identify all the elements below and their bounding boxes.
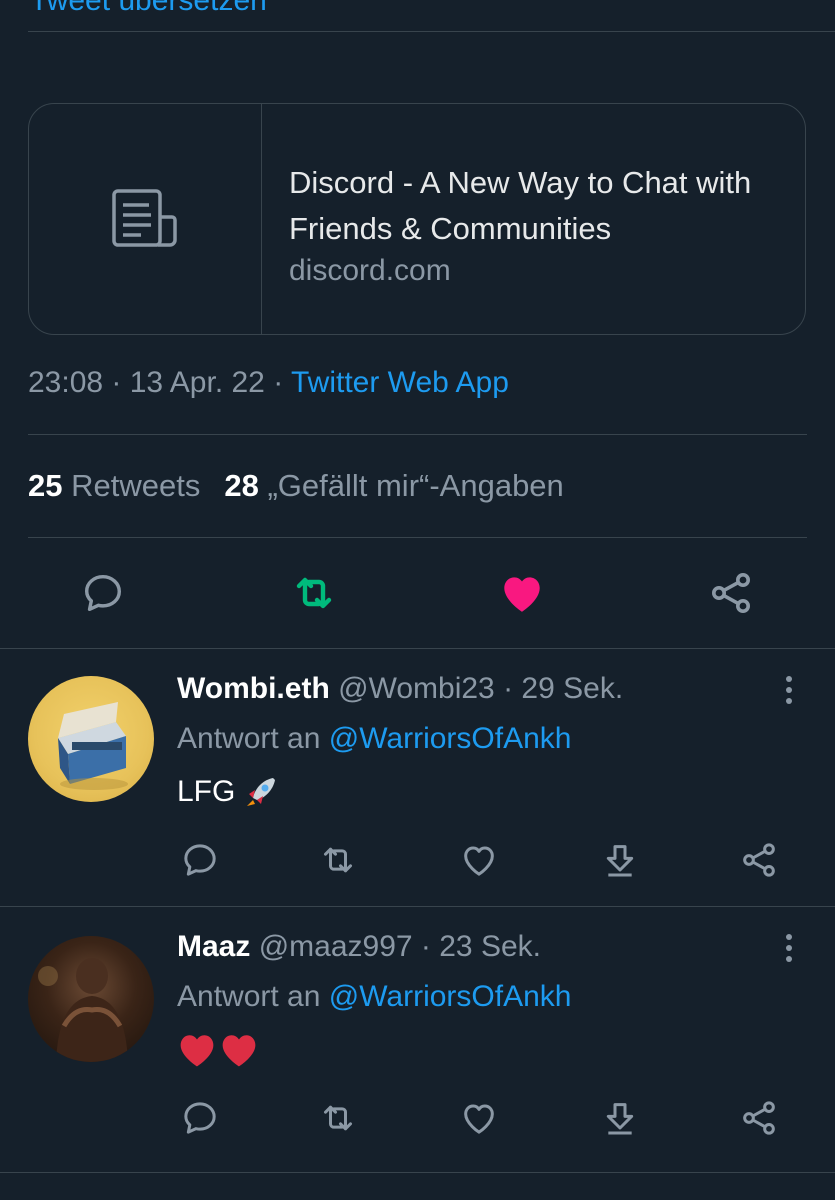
retweets-label: Retweets [71,468,201,503]
download-icon [606,1103,634,1135]
tweet-date: 13 Apr. 22 [129,366,265,399]
divider [28,31,835,32]
reply-time: 29 Sek. [521,672,624,705]
retweet-button[interactable] [314,836,362,884]
retweet-button[interactable] [314,1094,362,1142]
retweet-icon [324,1105,352,1131]
link-card-thumbnail [29,104,262,334]
reply-tweet[interactable]: Wombi.eth @Wombi23 · 29 Sek. Antwort an … [0,648,835,906]
divider [0,1172,835,1173]
heart-icon [504,577,540,612]
share-button[interactable] [701,563,761,623]
tweet-source-link[interactable]: Twitter Web App [291,366,509,399]
translate-tweet-link[interactable]: Tweet übersetzen [30,0,330,34]
retweets-count: 25 [28,468,63,503]
link-card-domain: discord.com [289,254,451,287]
heart-icon [464,846,494,876]
reply-author-name[interactable]: Wombi.eth [177,672,330,705]
reply-icon [184,844,216,876]
retweets-stat[interactable]: 25 Retweets [28,468,200,503]
divider [28,537,807,538]
reply-to-label: Antwort an [177,980,321,1013]
tweet-meta: 23:08 · 13 Apr. 22 · Twitter Web App [28,366,509,400]
like-button[interactable] [455,836,503,884]
reply-author-name[interactable]: Maaz [177,930,250,963]
heart-icon [464,1104,494,1134]
avatar[interactable] [28,676,154,802]
separator-dot: · [103,366,130,399]
retweet-icon [296,577,332,609]
retweet-icon [324,847,352,873]
reply-button[interactable] [176,836,224,884]
download-icon [606,845,634,877]
reply-tweet[interactable]: Maaz @maaz997 · 23 Sek. Antwort an @Warr… [0,906,835,1172]
like-button[interactable] [492,563,552,623]
download-button[interactable] [596,1094,644,1142]
more-options-button[interactable] [775,670,803,710]
reply-text [177,1032,259,1068]
article-icon [112,189,177,247]
likes-label: „Gefällt mir“-Angaben [267,468,564,503]
link-card-title: Discord - A New Way to Chat with Friends… [289,165,752,246]
more-vertical-icon [786,934,792,962]
reply-author-handle[interactable]: @maaz997 [259,930,413,963]
reply-icon [84,574,122,612]
tweet-time: 23:08 [28,366,104,399]
reply-to-handle[interactable]: @WarriorsOfAnkh [329,980,572,1013]
separator-dot: · [264,366,291,399]
reply-to-label: Antwort an [177,722,321,755]
download-button[interactable] [596,836,644,884]
reply-icon [184,1102,216,1134]
likes-stat[interactable]: 28 „Gefällt mir“-Angaben [224,468,563,503]
separator-dot: · [494,672,522,705]
avatar-image [58,702,128,790]
likes-count: 28 [224,468,259,503]
retweet-button[interactable] [284,563,344,623]
avatar-image [38,958,128,1062]
share-icon [743,843,775,877]
link-preview-card[interactable]: Discord - A New Way to Chat with Friends… [28,103,806,335]
translate-tweet-text: Tweet übersetzen [30,0,267,17]
rocket-emoji-icon [247,778,276,806]
like-button[interactable] [455,1094,503,1142]
reply-button[interactable] [73,563,133,623]
more-vertical-icon [786,676,792,704]
more-options-button[interactable] [775,928,803,968]
share-button[interactable] [735,836,783,884]
reply-text-content: LFG [177,775,236,808]
share-button[interactable] [735,1094,783,1142]
red-heart-emoji-icon [222,1035,256,1067]
separator-dot: · [412,930,440,963]
reply-time: 23 Sek. [439,930,541,963]
divider [28,434,807,435]
share-icon [743,1101,775,1135]
avatar[interactable] [28,936,154,1062]
reply-button[interactable] [176,1094,224,1142]
reply-text: LFG [177,774,279,810]
reply-author-handle[interactable]: @Wombi23 [338,672,495,705]
reply-to-handle[interactable]: @WarriorsOfAnkh [329,722,572,755]
share-icon [712,573,750,613]
tweet-stats: 25 Retweets 28 „Gefällt mir“-Angaben [28,468,564,504]
red-heart-emoji-icon [180,1035,214,1067]
